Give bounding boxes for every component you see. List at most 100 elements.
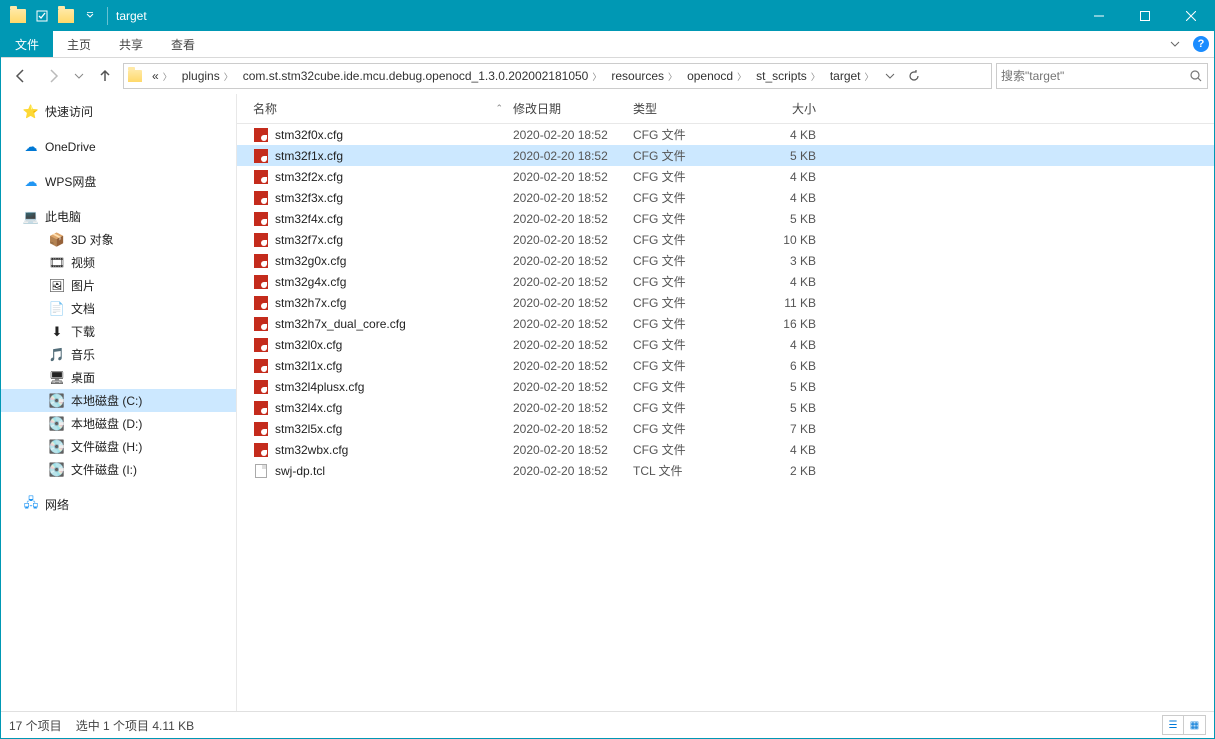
nav-network[interactable]: 🖧网络	[1, 493, 236, 516]
file-icon	[253, 316, 269, 332]
qat-pin-icon[interactable]	[31, 5, 53, 27]
nav-label: 音乐	[71, 346, 95, 363]
file-size: 4 KB	[748, 128, 816, 142]
search-icon[interactable]	[1189, 69, 1203, 83]
file-row[interactable]: stm32l1x.cfg 2020-02-20 18:52 CFG 文件 6 K…	[237, 355, 1214, 376]
file-row[interactable]: stm32g0x.cfg 2020-02-20 18:52 CFG 文件 3 K…	[237, 250, 1214, 271]
file-row[interactable]: swj-dp.tcl 2020-02-20 18:52 TCL 文件 2 KB	[237, 460, 1214, 481]
breadcrumb-segment[interactable]: resources〉	[605, 64, 681, 88]
nav-pc-item[interactable]: 🖼图片	[1, 274, 236, 297]
breadcrumb-segment[interactable]: target〉	[824, 64, 878, 88]
qat-dropdown-icon[interactable]	[79, 5, 101, 27]
nav-pc-item[interactable]: ⬇下载	[1, 320, 236, 343]
nav-label: 快速访问	[45, 103, 93, 120]
file-type: CFG 文件	[633, 231, 748, 248]
address-dropdown-icon[interactable]	[878, 64, 902, 88]
maximize-button[interactable]	[1122, 1, 1168, 31]
column-type[interactable]: 类型	[633, 100, 748, 117]
search-input[interactable]	[1001, 69, 1189, 83]
back-button[interactable]	[7, 62, 35, 90]
address-field[interactable]: «〉plugins〉com.st.stm32cube.ide.mcu.debug…	[123, 63, 992, 89]
nav-pc-item[interactable]: 📦3D 对象	[1, 228, 236, 251]
column-name[interactable]: 名称⌃	[253, 100, 513, 117]
close-button[interactable]	[1168, 1, 1214, 31]
file-row[interactable]: stm32f3x.cfg 2020-02-20 18:52 CFG 文件 4 K…	[237, 187, 1214, 208]
breadcrumb-segment[interactable]: com.st.stm32cube.ide.mcu.debug.openocd_1…	[237, 64, 606, 88]
ribbon-expand-icon[interactable]	[1162, 31, 1188, 57]
view-icons-button[interactable]: ▦	[1184, 715, 1206, 735]
network-icon: 🖧	[23, 497, 39, 513]
file-row[interactable]: stm32l4plusx.cfg 2020-02-20 18:52 CFG 文件…	[237, 376, 1214, 397]
ribbon: 文件 主页 共享 查看 ?	[1, 31, 1214, 58]
chevron-right-icon: 〉	[224, 70, 233, 83]
help-button[interactable]: ?	[1188, 31, 1214, 57]
file-row[interactable]: stm32f4x.cfg 2020-02-20 18:52 CFG 文件 5 K…	[237, 208, 1214, 229]
file-row[interactable]: stm32l4x.cfg 2020-02-20 18:52 CFG 文件 5 K…	[237, 397, 1214, 418]
file-list[interactable]: stm32f0x.cfg 2020-02-20 18:52 CFG 文件 4 K…	[237, 124, 1214, 711]
recent-dropdown-icon[interactable]	[71, 62, 87, 90]
column-size[interactable]: 大小	[748, 100, 816, 117]
file-date: 2020-02-20 18:52	[513, 401, 633, 415]
file-name: stm32l5x.cfg	[275, 422, 513, 436]
status-count: 17 个项目	[9, 717, 62, 734]
nav-label: 桌面	[71, 369, 95, 386]
file-row[interactable]: stm32g4x.cfg 2020-02-20 18:52 CFG 文件 4 K…	[237, 271, 1214, 292]
tab-share[interactable]: 共享	[105, 31, 157, 57]
drive-icon: ⬇	[49, 324, 65, 340]
file-row[interactable]: stm32l0x.cfg 2020-02-20 18:52 CFG 文件 4 K…	[237, 334, 1214, 355]
forward-button[interactable]	[39, 62, 67, 90]
nav-pc-item[interactable]: 💽本地磁盘 (D:)	[1, 412, 236, 435]
navigation-pane[interactable]: ⭐快速访问 ☁OneDrive ☁WPS网盘 💻此电脑 📦3D 对象🎞视频🖼图片…	[1, 94, 237, 711]
nav-this-pc[interactable]: 💻此电脑	[1, 205, 236, 228]
nav-pc-item[interactable]: 💽本地磁盘 (C:)	[1, 389, 236, 412]
column-headers[interactable]: 名称⌃ 修改日期 类型 大小	[237, 94, 1214, 124]
file-row[interactable]: stm32f2x.cfg 2020-02-20 18:52 CFG 文件 4 K…	[237, 166, 1214, 187]
quick-access-toolbar	[5, 5, 103, 27]
file-size: 16 KB	[748, 317, 816, 331]
breadcrumb-segment[interactable]: plugins〉	[176, 64, 237, 88]
nav-onedrive[interactable]: ☁OneDrive	[1, 135, 236, 158]
explorer-body: ⭐快速访问 ☁OneDrive ☁WPS网盘 💻此电脑 📦3D 对象🎞视频🖼图片…	[1, 94, 1214, 711]
file-date: 2020-02-20 18:52	[513, 443, 633, 457]
file-row[interactable]: stm32h7x.cfg 2020-02-20 18:52 CFG 文件 11 …	[237, 292, 1214, 313]
file-size: 5 KB	[748, 401, 816, 415]
breadcrumb-segment[interactable]: openocd〉	[681, 64, 750, 88]
file-type: CFG 文件	[633, 294, 748, 311]
nav-pc-item[interactable]: 🎞视频	[1, 251, 236, 274]
folder-icon-2[interactable]	[55, 5, 77, 27]
nav-quick-access[interactable]: ⭐快速访问	[1, 100, 236, 123]
file-row[interactable]: stm32f0x.cfg 2020-02-20 18:52 CFG 文件 4 K…	[237, 124, 1214, 145]
nav-wps[interactable]: ☁WPS网盘	[1, 170, 236, 193]
search-box[interactable]	[996, 63, 1208, 89]
view-details-button[interactable]: ☰	[1162, 715, 1184, 735]
file-name: stm32l4x.cfg	[275, 401, 513, 415]
file-row[interactable]: stm32f1x.cfg 2020-02-20 18:52 CFG 文件 5 K…	[237, 145, 1214, 166]
breadcrumb-segment[interactable]: «〉	[146, 64, 176, 88]
file-icon	[253, 337, 269, 353]
minimize-button[interactable]	[1076, 1, 1122, 31]
refresh-button[interactable]	[902, 64, 926, 88]
nav-pc-item[interactable]: 💽文件磁盘 (H:)	[1, 435, 236, 458]
up-button[interactable]	[91, 62, 119, 90]
cloud-icon: ☁	[23, 139, 39, 155]
file-type: CFG 文件	[633, 315, 748, 332]
sort-indicator-icon: ⌃	[495, 103, 503, 114]
file-row[interactable]: stm32l5x.cfg 2020-02-20 18:52 CFG 文件 7 K…	[237, 418, 1214, 439]
file-row[interactable]: stm32wbx.cfg 2020-02-20 18:52 CFG 文件 4 K…	[237, 439, 1214, 460]
nav-pc-item[interactable]: 💽文件磁盘 (I:)	[1, 458, 236, 481]
file-date: 2020-02-20 18:52	[513, 233, 633, 247]
tab-home[interactable]: 主页	[53, 31, 105, 57]
nav-pc-item[interactable]: 🎵音乐	[1, 343, 236, 366]
breadcrumb-segment[interactable]: st_scripts〉	[750, 64, 824, 88]
file-name: stm32f1x.cfg	[275, 149, 513, 163]
file-size: 11 KB	[748, 296, 816, 310]
nav-pc-item[interactable]: 🖥桌面	[1, 366, 236, 389]
tab-view[interactable]: 查看	[157, 31, 209, 57]
file-name: stm32l0x.cfg	[275, 338, 513, 352]
column-date[interactable]: 修改日期	[513, 100, 633, 117]
tab-file[interactable]: 文件	[1, 31, 53, 57]
folder-icon[interactable]	[7, 5, 29, 27]
file-row[interactable]: stm32h7x_dual_core.cfg 2020-02-20 18:52 …	[237, 313, 1214, 334]
nav-pc-item[interactable]: 📄文档	[1, 297, 236, 320]
file-row[interactable]: stm32f7x.cfg 2020-02-20 18:52 CFG 文件 10 …	[237, 229, 1214, 250]
